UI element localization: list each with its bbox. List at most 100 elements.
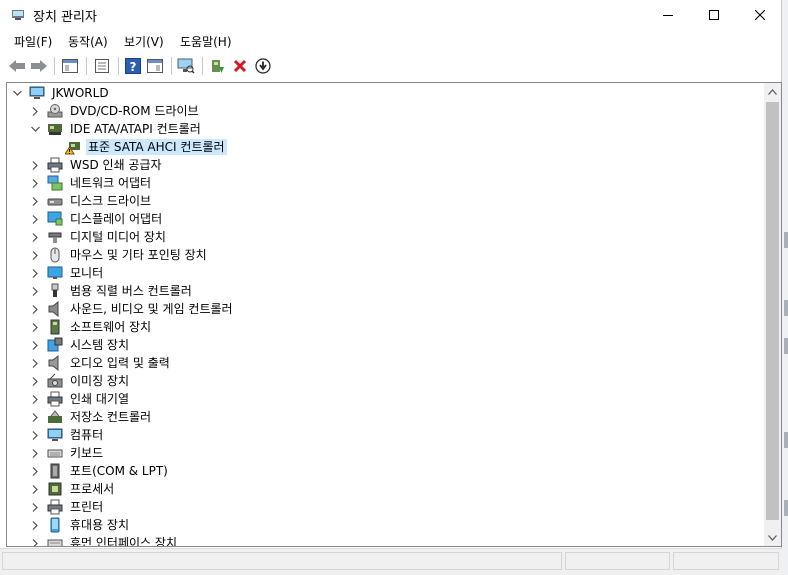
properties-icon[interactable] xyxy=(92,56,112,76)
chevron-down-icon[interactable] xyxy=(11,87,23,99)
tree-category[interactable]: 프로세서 xyxy=(29,480,116,498)
chevron-right-icon[interactable] xyxy=(29,177,41,189)
tree-category[interactable]: 프린터 xyxy=(29,498,105,516)
scrollbar-thumb[interactable] xyxy=(766,102,779,520)
chevron-right-icon[interactable] xyxy=(29,339,41,351)
vertical-scrollbar[interactable] xyxy=(764,83,781,546)
tree-category[interactable]: 키보드 xyxy=(29,444,105,462)
chevron-right-icon[interactable] xyxy=(29,375,41,387)
audio-icon xyxy=(47,355,63,371)
software-device-icon xyxy=(47,319,63,335)
tree-category[interactable]: 컴퓨터 xyxy=(29,426,105,444)
tree-category[interactable]: 휴먼 인터페이스 장치 xyxy=(29,534,179,547)
tree-category[interactable]: WSD 인쇄 공급자 xyxy=(29,156,164,174)
computer-icon xyxy=(47,427,63,443)
chevron-right-icon[interactable] xyxy=(29,249,41,261)
chevron-right-icon[interactable] xyxy=(29,321,41,333)
tree-item-label: JKWORLD xyxy=(52,86,109,100)
help-icon[interactable]: ? xyxy=(123,56,143,76)
chevron-right-icon[interactable] xyxy=(29,357,41,369)
display-adapter-icon xyxy=(47,211,63,227)
chevron-right-icon[interactable] xyxy=(29,159,41,171)
scan-hardware-icon[interactable] xyxy=(176,56,196,76)
action-pane-icon[interactable] xyxy=(145,56,165,76)
tree-item-label: 모니터 xyxy=(70,266,104,280)
menu-help[interactable]: 도움말(H) xyxy=(180,33,232,50)
chevron-right-icon[interactable] xyxy=(29,501,41,513)
chevron-right-icon[interactable] xyxy=(29,519,41,531)
tree-category[interactable]: 이미징 장치 xyxy=(29,372,131,390)
tree-item-label: 프로세서 xyxy=(70,482,115,496)
chevron-down-icon[interactable] xyxy=(29,123,41,135)
tree-category[interactable]: 오디오 입력 및 출력 xyxy=(29,354,172,372)
chevron-right-icon[interactable] xyxy=(29,231,41,243)
chevron-right-icon[interactable] xyxy=(29,483,41,495)
tree-item-label: 표준 SATA AHCI 컨트롤러 xyxy=(86,139,227,155)
scroll-up-arrow[interactable] xyxy=(764,83,781,100)
chevron-right-icon[interactable] xyxy=(29,195,41,207)
digital-media-icon xyxy=(47,229,63,245)
tree-category[interactable]: 디스플레이 어댑터 xyxy=(29,210,164,228)
tree-category[interactable]: 휴대용 장치 xyxy=(29,516,131,534)
tree-category[interactable]: 마우스 및 기타 포인팅 장치 xyxy=(29,246,209,264)
chevron-right-icon[interactable] xyxy=(29,303,41,315)
chevron-right-icon[interactable] xyxy=(29,447,41,459)
tree-category[interactable]: 모니터 xyxy=(29,264,105,282)
tree-category[interactable]: 저장소 컨트롤러 xyxy=(29,408,153,426)
update-driver-icon[interactable] xyxy=(207,56,227,76)
chevron-right-icon[interactable] xyxy=(29,411,41,423)
maximize-button[interactable] xyxy=(691,0,737,30)
minimize-button[interactable] xyxy=(645,0,691,30)
tree-category[interactable]: 인쇄 대기열 xyxy=(29,390,131,408)
uninstall-icon[interactable] xyxy=(230,56,250,76)
tree-item-label: 휴먼 인터페이스 장치 xyxy=(70,536,177,547)
menu-action[interactable]: 동작(A) xyxy=(68,33,108,50)
tree-item-label: 키보드 xyxy=(70,446,104,460)
show-hide-tree-icon[interactable] xyxy=(60,56,80,76)
chevron-right-icon[interactable] xyxy=(29,213,41,225)
tree-category[interactable]: 네트워크 어댑터 xyxy=(29,174,153,192)
chevron-right-icon[interactable] xyxy=(29,105,41,117)
tree-category[interactable]: IDE ATA/ATAPI 컨트롤러 xyxy=(29,120,203,138)
title-bar[interactable]: 장치 관리자 xyxy=(0,0,782,30)
tree-root[interactable]: JKWORLD xyxy=(11,84,111,102)
scroll-down-arrow[interactable] xyxy=(764,529,781,546)
close-button[interactable] xyxy=(737,0,783,30)
tree-item-label: 소프트웨어 장치 xyxy=(70,320,152,334)
tree-item-label: 포트(COM & LPT) xyxy=(70,464,168,478)
tree-category[interactable]: 디지털 미디어 장치 xyxy=(29,228,168,246)
printer-icon xyxy=(47,499,63,515)
tree-item-label: 이미징 장치 xyxy=(70,374,130,388)
chevron-right-icon[interactable] xyxy=(29,285,41,297)
tree-item-label: IDE ATA/ATAPI 컨트롤러 xyxy=(70,122,201,136)
menu-file[interactable]: 파일(F) xyxy=(14,33,52,50)
back-arrow-icon[interactable] xyxy=(7,56,27,76)
forward-arrow-icon[interactable] xyxy=(29,56,49,76)
chevron-right-icon[interactable] xyxy=(29,393,41,405)
menu-view[interactable]: 보기(V) xyxy=(124,33,164,50)
tree-category[interactable]: DVD/CD-ROM 드라이브 xyxy=(29,102,201,120)
tree-category[interactable]: 시스템 장치 xyxy=(29,336,131,354)
chevron-right-icon[interactable] xyxy=(29,537,41,546)
tree-category[interactable]: 포트(COM & LPT) xyxy=(29,462,170,480)
tree-item-label: 마우스 및 기타 포인팅 장치 xyxy=(70,248,207,262)
disk-drive-icon xyxy=(47,193,63,209)
device-tree[interactable]: JKWORLD DVD/CD-ROM 드라이브 IDE ATA/ATAPI 컨트롤러… xyxy=(6,82,782,547)
tree-category[interactable]: 사운드, 비디오 및 게임 컨트롤러 xyxy=(29,300,235,318)
chevron-right-icon[interactable] xyxy=(29,465,41,477)
chevron-right-icon[interactable] xyxy=(29,429,41,441)
network-adapter-icon xyxy=(47,175,63,191)
tree-category[interactable]: 범용 직렬 버스 컨트롤러 xyxy=(29,282,194,300)
tree-item-label: 사운드, 비디오 및 게임 컨트롤러 xyxy=(70,302,233,316)
status-panel-3 xyxy=(673,552,779,570)
chevron-right-icon[interactable] xyxy=(29,267,41,279)
port-icon xyxy=(47,463,63,479)
tree-device-item[interactable]: 표준 SATA AHCI 컨트롤러 xyxy=(47,138,227,156)
tree-category[interactable]: 소프트웨어 장치 xyxy=(29,318,153,336)
usb-icon xyxy=(47,283,63,299)
tree-category[interactable]: 디스크 드라이브 xyxy=(29,192,153,210)
toolbar: ? xyxy=(0,52,782,80)
tree-item-label: 네트워크 어댑터 xyxy=(70,176,152,190)
disable-device-icon[interactable] xyxy=(253,56,273,76)
